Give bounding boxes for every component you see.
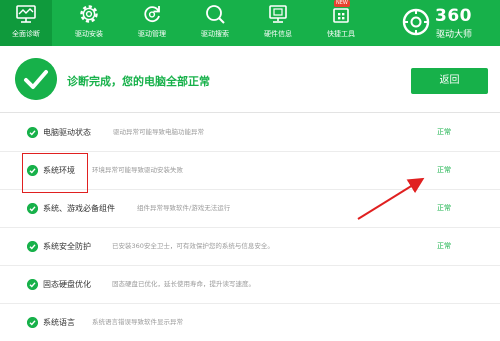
top-nav-bar: 全面诊断 驱动安装 驱动管理 驱动搜索 硬件信息 快捷工具 NEW 360 驱动… — [0, 0, 500, 46]
tab-label: 驱动搜索 — [201, 30, 229, 38]
diagnosis-summary: 诊断完成，您的电脑全部正常 返回 — [0, 46, 500, 113]
tab-driver-install[interactable]: 驱动安装 — [63, 0, 115, 46]
list-item: 电脑驱动状态 驱动异常可能导致电脑功能异常 正常 — [0, 115, 500, 152]
list-item: 系统、游戏必备组件 组件异常导致软件/游戏无法运行 正常 — [0, 191, 500, 228]
item-status: 正常 — [437, 204, 451, 212]
tab-driver-manage[interactable]: 驱动管理 — [126, 0, 178, 46]
brand-logo: 360 驱动大师 — [402, 4, 494, 42]
check-icon — [27, 127, 38, 138]
tab-quick-tools[interactable]: 快捷工具 NEW — [315, 0, 367, 46]
list-item: 系统语言 系统语言错误导致软件显示异常 — [0, 305, 500, 341]
success-check-icon — [15, 58, 57, 100]
logo-icon — [402, 8, 430, 36]
item-name: 系统语言 — [43, 318, 75, 327]
tab-hardware-info[interactable]: 硬件信息 — [252, 0, 304, 46]
item-name: 系统安全防护 — [43, 242, 91, 251]
check-icon — [27, 203, 38, 214]
gear-icon — [80, 5, 98, 23]
refresh-icon — [144, 6, 160, 23]
tab-label: 驱动安装 — [75, 30, 103, 38]
tab-driver-search[interactable]: 驱动搜索 — [189, 0, 241, 46]
check-icon — [27, 241, 38, 252]
item-status: 正常 — [437, 128, 451, 136]
brand-name: 驱动大师 — [436, 30, 473, 40]
item-status: 正常 — [437, 166, 451, 174]
item-name: 电脑驱动状态 — [43, 128, 91, 137]
search-icon — [206, 5, 225, 24]
item-description: 驱动异常可能导致电脑功能异常 — [113, 128, 204, 136]
tab-label: 硬件信息 — [264, 30, 292, 38]
item-name: 系统、游戏必备组件 — [43, 204, 115, 213]
tab-label: 全面诊断 — [12, 30, 40, 38]
check-icon — [27, 279, 38, 290]
list-item: 固态硬盘优化 固态硬盘已优化，延长使用寿命，提升读写速度。 — [0, 267, 500, 304]
item-name: 固态硬盘优化 — [43, 280, 91, 289]
brand-number: 360 — [435, 6, 472, 26]
item-description: 固态硬盘已优化，延长使用寿命，提升读写速度。 — [112, 280, 255, 288]
new-badge: NEW — [334, 0, 350, 7]
tab-label: 驱动管理 — [138, 30, 166, 38]
list-item: 系统安全防护 已安装360安全卫士，可有效保护您的系统与信息安全。 正常 — [0, 229, 500, 266]
tab-full-diagnosis[interactable]: 全面诊断 — [0, 0, 52, 46]
check-icon — [27, 317, 38, 328]
highlight-box — [22, 153, 88, 193]
display-icon — [269, 5, 287, 23]
back-button[interactable]: 返回 — [411, 68, 488, 94]
item-status: 正常 — [437, 242, 451, 250]
item-description: 环境异常可能导致驱动安装失败 — [92, 166, 183, 174]
item-description: 已安装360安全卫士，可有效保护您的系统与信息安全。 — [112, 242, 274, 250]
item-description: 系统语言错误导致软件显示异常 — [92, 318, 183, 326]
tab-label: 快捷工具 — [327, 30, 355, 38]
monitor-icon — [16, 5, 36, 23]
summary-message: 诊断完成，您的电脑全部正常 — [67, 75, 210, 88]
item-description: 组件异常导致软件/游戏无法运行 — [137, 204, 231, 212]
